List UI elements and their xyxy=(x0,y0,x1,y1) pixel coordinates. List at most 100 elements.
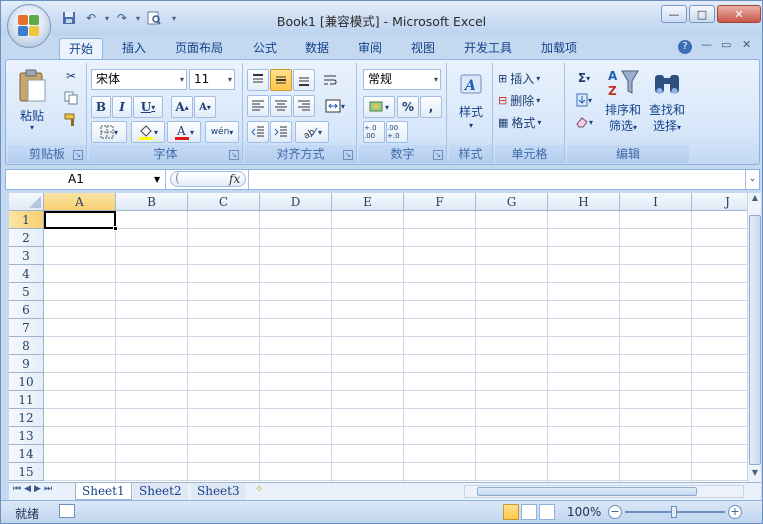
name-box[interactable]: A1 ▼ xyxy=(6,170,166,189)
column-header-b[interactable]: B xyxy=(116,193,188,211)
alignment-launcher-icon[interactable]: ↘ xyxy=(343,150,353,160)
align-top-icon[interactable] xyxy=(247,69,269,91)
styles-icon[interactable]: A xyxy=(455,69,487,99)
cancel-icon[interactable]: ( xyxy=(175,171,180,185)
copy-icon[interactable] xyxy=(62,89,80,107)
borders-button[interactable]: ▾ xyxy=(91,121,127,143)
horizontal-scroll-thumb[interactable] xyxy=(477,487,697,496)
scroll-down-icon[interactable]: ▼ xyxy=(749,468,761,480)
row-header-1[interactable]: 1 xyxy=(9,211,44,229)
increase-decimal-button[interactable]: +.0 .00 xyxy=(363,121,385,143)
wrap-text-icon[interactable] xyxy=(319,69,341,91)
format-cells-button[interactable]: ▦ 格式 ▾ xyxy=(497,111,563,133)
row-header-6[interactable]: 6 xyxy=(9,301,44,319)
page-break-view-icon[interactable] xyxy=(539,504,555,520)
underline-button[interactable]: U ▾ xyxy=(133,96,163,118)
tab-developer[interactable]: 开发工具 xyxy=(455,38,521,59)
font-name-select[interactable]: 宋体 ▾ xyxy=(91,69,187,90)
accounting-format-icon[interactable]: ▾ xyxy=(363,96,395,118)
cut-icon[interactable]: ✂ xyxy=(62,67,80,85)
autosum-icon[interactable]: Σ ▾ xyxy=(571,67,597,89)
tab-formulas[interactable]: 公式 xyxy=(244,38,286,59)
help-icon[interactable]: ? xyxy=(678,40,692,54)
percent-button[interactable]: % xyxy=(397,96,419,118)
tab-home[interactable]: 开始 xyxy=(59,38,104,59)
column-header-d[interactable]: D xyxy=(260,193,332,211)
column-header-g[interactable]: G xyxy=(476,193,548,211)
grow-font-button[interactable]: A ▴ xyxy=(171,96,193,118)
column-header-j[interactable]: J xyxy=(692,193,747,211)
zoom-out-icon[interactable]: − xyxy=(608,505,622,519)
row-header-7[interactable]: 7 xyxy=(9,319,44,337)
row-header-15[interactable]: 15 xyxy=(9,463,44,481)
row-header-10[interactable]: 10 xyxy=(9,373,44,391)
increase-indent-icon[interactable] xyxy=(270,121,292,143)
worksheet-grid[interactable]: ABCDEFGHIJ 1 2 3 4 5 6 7 8 9 10 11 12 13 14 15 xyxy=(9,193,747,482)
sheet-tab-sheet2[interactable]: Sheet2 xyxy=(133,483,188,500)
row-header-4[interactable]: 4 xyxy=(9,265,44,283)
column-header-a[interactable]: A xyxy=(44,193,116,211)
decrease-decimal-button[interactable]: .00 +.0 xyxy=(386,121,408,143)
row-header-3[interactable]: 3 xyxy=(9,247,44,265)
row-header-12[interactable]: 12 xyxy=(9,409,44,427)
zoom-slider-thumb[interactable] xyxy=(671,506,677,518)
vertical-scrollbar[interactable]: ▲ ▼ xyxy=(747,193,761,482)
insert-cells-button[interactable]: ⊞ 插入 ▾ xyxy=(497,67,563,89)
row-header-2[interactable]: 2 xyxy=(9,229,44,247)
fill-color-button[interactable]: ▾ xyxy=(131,121,165,143)
tab-data[interactable]: 数据 xyxy=(296,38,338,59)
tab-view[interactable]: 视图 xyxy=(402,38,444,59)
minimize-button[interactable]: — xyxy=(661,5,687,23)
align-right-icon[interactable] xyxy=(293,95,315,117)
row-header-5[interactable]: 5 xyxy=(9,283,44,301)
page-layout-view-icon[interactable] xyxy=(521,504,537,520)
delete-cells-button[interactable]: ⊟ 删除 ▾ xyxy=(497,89,563,111)
column-header-c[interactable]: C xyxy=(188,193,260,211)
format-painter-icon[interactable] xyxy=(62,111,80,129)
paste-button[interactable]: 粘贴 ▾ xyxy=(14,69,50,132)
maximize-button[interactable]: □ xyxy=(689,5,715,23)
vertical-scroll-thumb[interactable] xyxy=(749,215,761,465)
formula-input[interactable] xyxy=(248,170,748,189)
find-select-button[interactable]: 查找和 选择▾ xyxy=(647,67,687,133)
column-header-f[interactable]: F xyxy=(404,193,476,211)
sheet-tab-sheet1[interactable]: Sheet1 xyxy=(75,483,132,500)
tab-addins[interactable]: 加载项 xyxy=(532,38,586,59)
comma-button[interactable]: , xyxy=(420,96,442,118)
column-header-i[interactable]: I xyxy=(620,193,692,211)
row-header-14[interactable]: 14 xyxy=(9,445,44,463)
clipboard-launcher-icon[interactable]: ↘ xyxy=(73,150,83,160)
tab-review[interactable]: 审阅 xyxy=(349,38,391,59)
number-launcher-icon[interactable]: ↘ xyxy=(433,150,443,160)
font-color-button[interactable]: A ▾ xyxy=(167,121,201,143)
align-center-icon[interactable] xyxy=(270,95,292,117)
bold-button[interactable]: B xyxy=(91,96,111,118)
normal-view-icon[interactable] xyxy=(503,504,519,520)
scroll-up-icon[interactable]: ▲ xyxy=(749,193,761,205)
clear-icon[interactable]: ▾ xyxy=(571,111,597,133)
font-launcher-icon[interactable]: ↘ xyxy=(229,150,239,160)
close-button[interactable]: ✕ xyxy=(717,5,761,23)
row-header-13[interactable]: 13 xyxy=(9,427,44,445)
column-header-h[interactable]: H xyxy=(548,193,620,211)
office-button[interactable] xyxy=(7,4,51,48)
ribbon-close-button[interactable]: ✕ xyxy=(742,38,751,51)
column-header-e[interactable]: E xyxy=(332,193,404,211)
row-header-9[interactable]: 9 xyxy=(9,355,44,373)
tab-insert[interactable]: 插入 xyxy=(113,38,155,59)
insert-function-icon[interactable]: fx xyxy=(229,172,240,186)
align-left-icon[interactable] xyxy=(247,95,269,117)
row-header-8[interactable]: 8 xyxy=(9,337,44,355)
font-size-select[interactable]: 11 ▾ xyxy=(189,69,235,90)
align-middle-icon[interactable] xyxy=(270,69,292,91)
styles-button[interactable]: 样式 xyxy=(449,103,493,120)
horizontal-scrollbar[interactable] xyxy=(464,485,744,498)
decrease-indent-icon[interactable] xyxy=(247,121,269,143)
fill-icon[interactable]: ▾ xyxy=(571,89,597,111)
select-all-corner[interactable] xyxy=(9,193,44,211)
shrink-font-button[interactable]: A ▾ xyxy=(194,96,216,118)
orientation-icon[interactable]: ab ▾ xyxy=(295,121,329,143)
row-header-11[interactable]: 11 xyxy=(9,391,44,409)
merge-center-icon[interactable]: ▾ xyxy=(319,95,351,117)
italic-button[interactable]: I xyxy=(112,96,132,118)
